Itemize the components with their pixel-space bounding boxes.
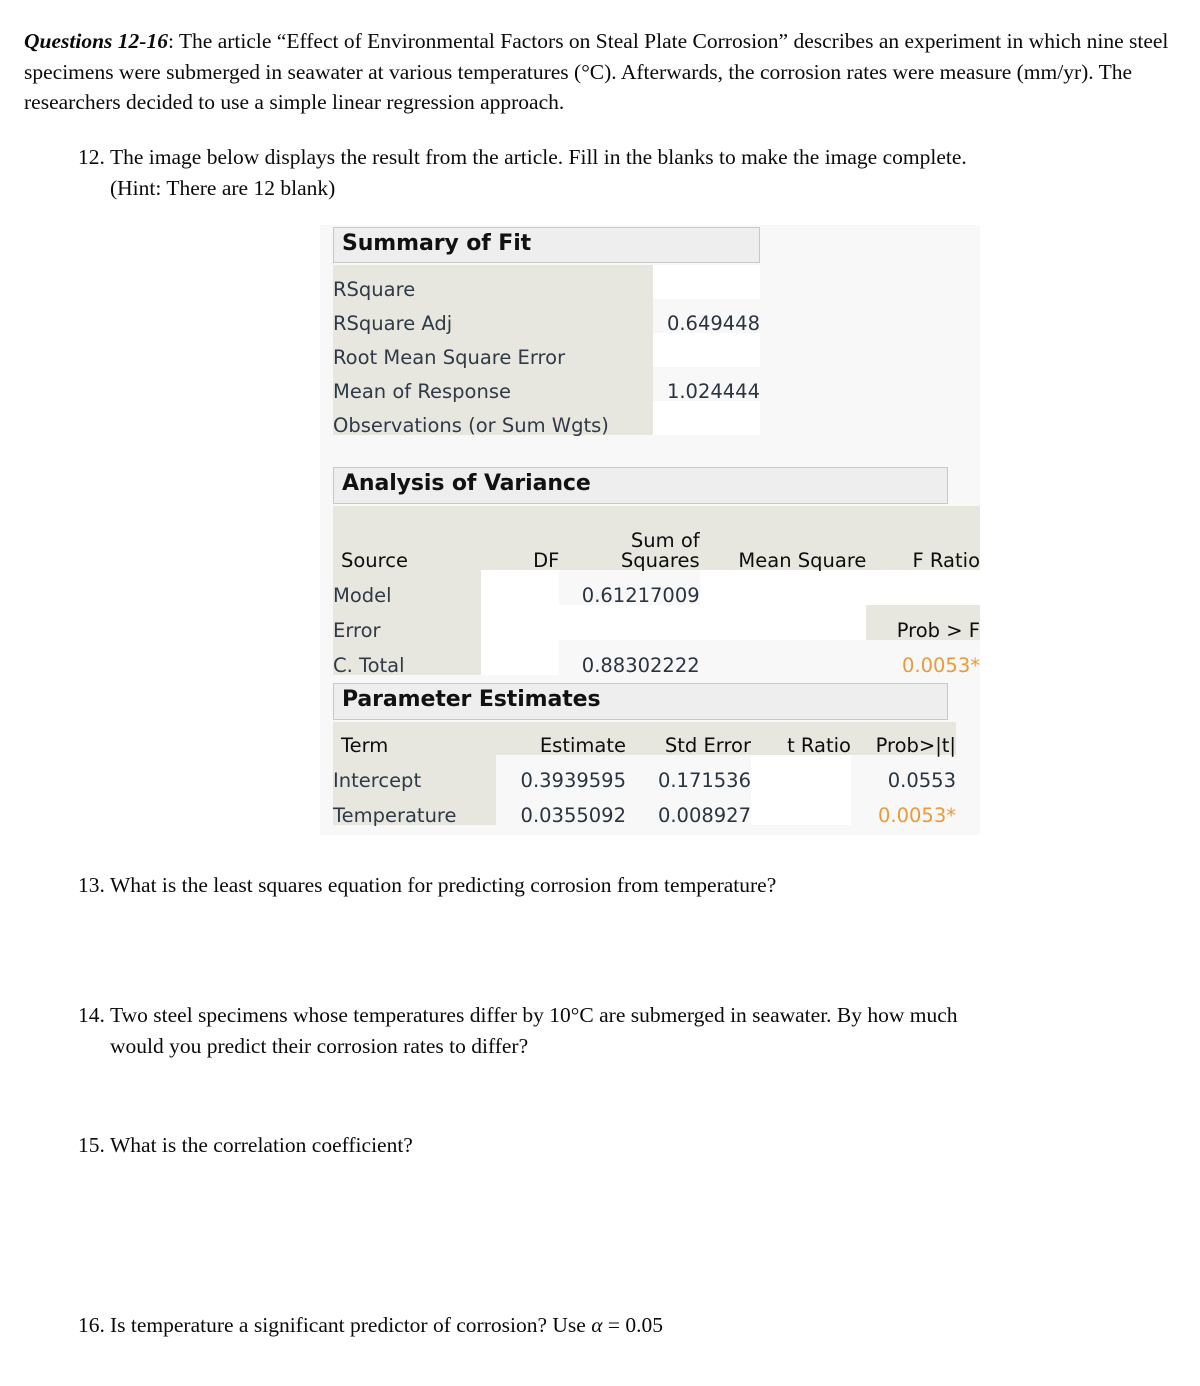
question-13: 13. What is the least squares equation fo… (78, 870, 1188, 901)
table-row: Error Prob > F (333, 605, 980, 640)
question-13-line1: What is the least squares equation for p… (110, 873, 777, 897)
question-13-number: 13. (78, 873, 105, 897)
anova-header-squares: Squares (620, 548, 700, 572)
pe-t-ratio-blank[interactable] (751, 755, 851, 825)
anova-prob-f-value: 0.0053* (902, 653, 980, 677)
pe-prob-t-temperature: 0.0053* (878, 803, 956, 827)
sof-label-observations: Observations (or Sum Wgts) (333, 401, 653, 435)
question-16-text-post: = 0.05 (602, 1313, 663, 1337)
anova-ss-model: 0.61217009 (581, 583, 700, 607)
question-16: 16. Is temperature a significant predicto… (78, 1310, 1188, 1341)
sof-label-rsquare-adj: RSquare Adj (333, 299, 653, 333)
question-15-line1: What is the correlation coefficient? (110, 1133, 413, 1157)
anova-source-model: Model (333, 570, 481, 605)
questions-range-label: Questions 12-16 (24, 29, 168, 53)
anova-header-sum-of: Sum of (630, 529, 700, 552)
pe-term-intercept: Intercept (333, 755, 496, 790)
pe-header-estimate: Estimate (496, 722, 626, 755)
table-row: RSquare (333, 265, 760, 299)
question-15-number: 15. (78, 1133, 105, 1157)
alpha-symbol: α (591, 1313, 603, 1337)
anova-fratio-model[interactable] (866, 570, 980, 605)
question-12-line2: (Hint: There are 12 blank) (110, 175, 336, 200)
question-12-line1: The image below displays the result from… (110, 145, 967, 169)
summary-of-fit-title: Summary of Fit (333, 227, 760, 263)
pe-header-std-error: Std Error (626, 722, 751, 755)
pe-term-temperature: Temperature (333, 790, 496, 825)
table-row: Temperature 0.0355092 0.008927 0.0053* (333, 790, 956, 825)
anova-header-source: Source (333, 506, 481, 570)
question-16-number: 16. (78, 1313, 105, 1337)
intro-paragraph: Questions 12-16: The article “Effect of … (24, 26, 1184, 118)
pe-prob-t-intercept: 0.0553 (887, 768, 956, 792)
sof-label-mean-response: Mean of Response (333, 367, 653, 401)
question-14-line2: would you predict their corrosion rates … (110, 1033, 529, 1058)
table-header-row: Source DF Sum of Squares Mean Square F Ra… (333, 506, 980, 570)
pe-estimate-temperature: 0.0355092 (520, 803, 626, 827)
sof-label-rsquare: RSquare (333, 265, 653, 299)
question-15: 15. What is the correlation coefficient? (78, 1130, 1188, 1161)
pe-std-error-intercept: 0.171536 (657, 768, 751, 792)
anova-ms-c-total (700, 640, 867, 675)
anova-header-prob-f: Prob > F (866, 605, 980, 640)
anova-header-sum-of-squares: Sum of Squares (559, 506, 700, 572)
anova-header-mean-square: Mean Square (699, 506, 867, 570)
table-row: Model 0.61217009 (333, 570, 980, 675)
sof-value-rsquare[interactable] (653, 265, 760, 299)
table-row: Observations (or Sum Wgts) (333, 401, 760, 435)
table-row: C. Total 0.88302222 0.0053* (333, 640, 980, 675)
question-14: 14. Two steel specimens whose temperature… (78, 1000, 1188, 1061)
parameter-estimates-title: Parameter Estimates (333, 683, 948, 720)
sof-label-rmse: Root Mean Square Error (333, 333, 653, 367)
question-12-number: 12. (78, 145, 105, 169)
pe-estimate-intercept: 0.3939595 (520, 768, 626, 792)
jmp-regression-report: Summary of Fit RSquare RSquare Adj 0.649… (320, 225, 980, 835)
anova-header-f-ratio: F Ratio (866, 506, 980, 570)
table-header-row: Term Estimate Std Error t Ratio Prob>|t| (333, 722, 956, 755)
anova-df-blank[interactable] (480, 570, 560, 675)
pe-std-error-temperature: 0.008927 (657, 803, 751, 827)
anova-source-c-total: C. Total (333, 640, 481, 675)
table-row: RSquare Adj 0.649448 (333, 299, 760, 333)
analysis-of-variance-table: Source DF Sum of Squares Mean Square F Ra… (333, 506, 980, 675)
question-14-line1: Two steel specimens whose temperatures d… (110, 1003, 958, 1027)
pe-header-term: Term (333, 722, 496, 755)
sof-value-rmse[interactable] (653, 333, 760, 367)
pe-header-prob-t: Prob>|t| (851, 722, 956, 755)
anova-header-df: DF (480, 506, 560, 570)
summary-of-fit-table: RSquare RSquare Adj 0.649448 Root Mean S… (333, 265, 760, 435)
intro-text: : The article “Effect of Environmental F… (24, 29, 1169, 115)
table-row: Root Mean Square Error (333, 333, 760, 367)
anova-source-error: Error (333, 605, 481, 640)
anova-ss-error[interactable] (559, 605, 700, 640)
anova-ss-c-total: 0.88302222 (581, 653, 700, 677)
question-12: 12. The image below displays the result f… (78, 142, 1188, 203)
pe-header-t-ratio: t Ratio (751, 722, 851, 755)
sof-value-rsquare-adj: 0.649448 (666, 311, 760, 335)
question-14-number: 14. (78, 1003, 105, 1027)
question-16-text-pre: Is temperature a significant predictor o… (110, 1313, 592, 1337)
sof-value-mean-response: 1.024444 (666, 379, 760, 403)
table-row: Intercept 0.3939595 0.171536 0.0553 (333, 755, 956, 825)
anova-ms-model[interactable] (699, 570, 867, 605)
table-row: Mean of Response 1.024444 (333, 367, 760, 401)
analysis-of-variance-title: Analysis of Variance (333, 467, 948, 504)
sof-value-observations[interactable] (653, 401, 760, 435)
parameter-estimates-table: Term Estimate Std Error t Ratio Prob>|t|… (333, 722, 956, 825)
anova-ms-error[interactable] (699, 605, 867, 640)
